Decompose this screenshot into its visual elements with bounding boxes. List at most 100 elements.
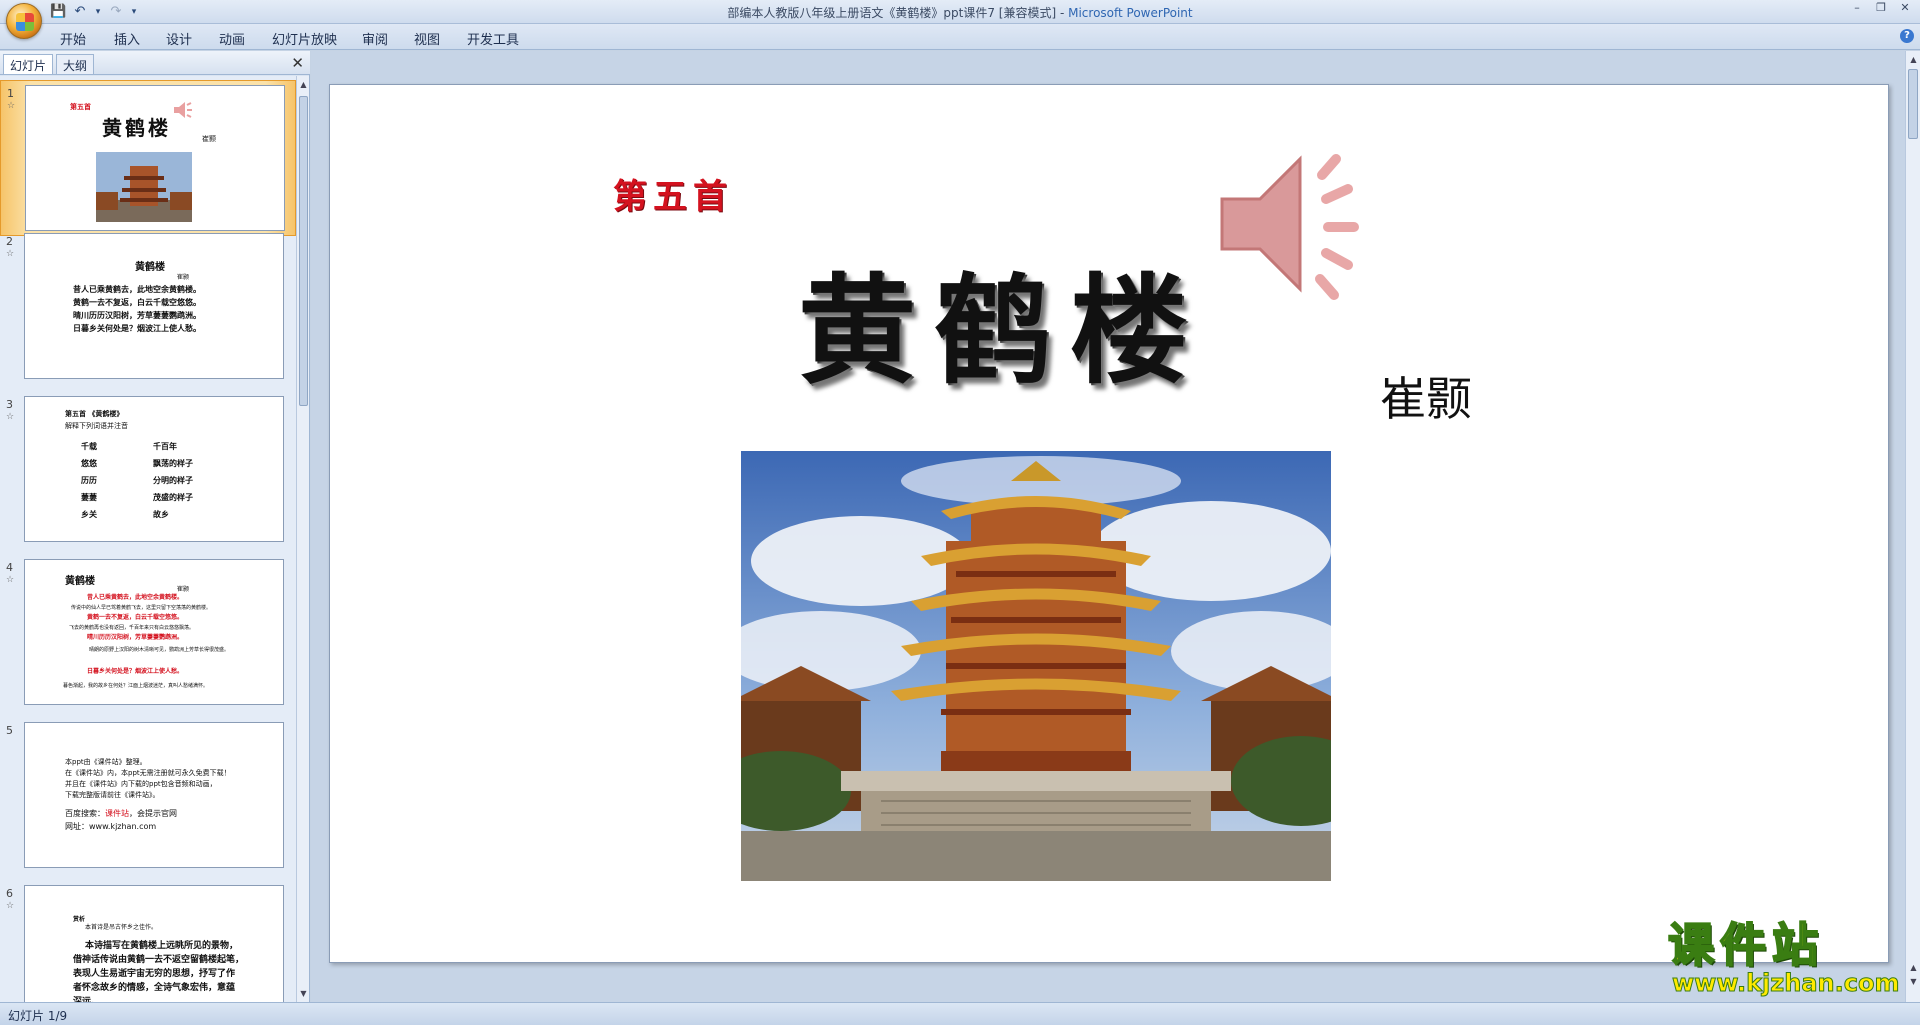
- thumb-line: 晴川历历汉阳树，芳草萋萋鹦鹉洲。: [73, 311, 201, 320]
- thumbnail-3[interactable]: 3 ☆ 第五首 《黄鹤楼》 解释下列词语并注音 千载 悠悠 历历 萋萋 乡关 千…: [0, 392, 296, 548]
- close-icon[interactable]: ✕: [1894, 1, 1916, 17]
- thumb-number: 6: [6, 887, 13, 900]
- slide-editor: 第五首 黄鹤楼 崔颢: [311, 51, 1905, 1002]
- term: 萋萋: [81, 493, 97, 502]
- thumb-line: 本首诗是吊古怀乡之佳作。: [85, 924, 158, 931]
- watermark-name: 课件站: [1667, 918, 1824, 972]
- thumbnail-5[interactable]: 5 本ppt由《课件站》整理。 在《课件站》内，本ppt无需注册就可永久免费下载…: [0, 718, 296, 874]
- animation-icon: ☆: [6, 412, 15, 422]
- tab-design[interactable]: 设计: [166, 29, 192, 48]
- minimize-icon[interactable]: –: [1846, 1, 1868, 17]
- thumb-preview: 本ppt由《课件站》整理。 在《课件站》内，本ppt无需注册就可永久免费下载！ …: [24, 722, 284, 868]
- app-name: Microsoft PowerPoint: [1068, 6, 1193, 20]
- search-line: 百度搜索：课件站，会提示官网: [65, 808, 177, 819]
- tab-developer[interactable]: 开发工具: [467, 29, 519, 48]
- prev-slide-icon[interactable]: ▲: [1907, 961, 1920, 974]
- thumb-line: 深远。: [73, 997, 101, 1002]
- thumb-number: 4: [6, 561, 13, 574]
- tab-outline[interactable]: 大纲: [56, 54, 95, 74]
- thumbnail-1[interactable]: 1 ☆ 第五首 黄鹤楼 崔颢: [0, 80, 296, 236]
- slide-subtitle[interactable]: 第五首: [613, 169, 733, 218]
- scroll-down-icon[interactable]: ▼: [297, 987, 310, 1000]
- definition: 茂盛的样子: [153, 493, 193, 502]
- status-bar: 幻灯片 1/9: [0, 1002, 1920, 1025]
- slide-scrollbar[interactable]: ▲ ▲ ▼: [1905, 51, 1920, 1002]
- tower-photo[interactable]: [741, 451, 1331, 881]
- thumb-preview: 第五首 黄鹤楼 崔颢: [25, 85, 285, 231]
- thumb-line: 日暮乡关何处是？烟波江上使人愁。: [73, 324, 201, 333]
- thumb-label: 赏析: [73, 916, 86, 923]
- watermark: 课件站 www.kjzhan.com: [1667, 918, 1900, 1000]
- tab-review[interactable]: 审阅: [362, 29, 388, 48]
- thumb-title: 黄鹤楼: [102, 116, 171, 140]
- thumbnail-6[interactable]: 6 ☆ 赏析 本首诗是吊古怀乡之佳作。 本诗描写在黄鹤楼上远眺所见的景物， 借神…: [0, 881, 296, 1002]
- thumb-line: 传说中的仙人早已驾着黄鹤飞去，这里只留下空荡荡的黄鹤楼。: [71, 605, 212, 611]
- thumb-line: 者怀念故乡的情感，全诗气象宏伟，意蕴: [73, 983, 236, 993]
- definition: 飘荡的样子: [153, 459, 193, 468]
- office-button[interactable]: [6, 3, 42, 39]
- thumb-line: 借神话传说由黄鹤一去不返空留鹤楼起笔，: [73, 955, 245, 965]
- thumb-preview: 第五首 《黄鹤楼》 解释下列词语并注音 千载 悠悠 历历 萋萋 乡关 千百年 飘…: [24, 396, 284, 542]
- thumb-author: 崔颢: [177, 274, 190, 281]
- slides-pane: 幻灯片 大纲 ✕ 1 ☆ 第五首 黄鹤楼 崔颢 2 ☆ 黄鹤楼 崔颢 昔人已乘黄…: [0, 51, 310, 1002]
- scroll-thumb[interactable]: [299, 96, 308, 406]
- thumb-subheader: 解释下列词语并注音: [65, 422, 128, 430]
- pane-close-icon[interactable]: ✕: [291, 54, 304, 72]
- tab-animations[interactable]: 动画: [219, 29, 245, 48]
- thumb-line: 晴朗的原野上汉阳的树木清晰可见，鹦鹉洲上芳草长得很茂盛。: [89, 647, 230, 653]
- tab-insert[interactable]: 插入: [114, 29, 140, 48]
- slide-author[interactable]: 崔颢: [1380, 363, 1472, 429]
- restore-icon[interactable]: ❐: [1870, 1, 1892, 17]
- thumb-line: 黄鹤一去不复返，白云千载空悠悠。: [87, 614, 184, 621]
- next-slide-icon[interactable]: ▼: [1907, 975, 1920, 988]
- thumb-line: 暮色渐起，我的故乡在何处？江面上烟波迷茫，真叫人愁绪满怀。: [63, 683, 209, 689]
- thumb-preview: 黄鹤楼 崔颢 昔人已乘黄鹤去，此地空余黄鹤楼。 传说中的仙人早已驾着黄鹤飞去，这…: [24, 559, 284, 705]
- thumb-number: 1: [7, 87, 14, 100]
- thumb-line: 日暮乡关何处是？烟波江上使人愁。: [87, 668, 184, 675]
- definition: 分明的样子: [153, 476, 193, 485]
- slide-indicator: 幻灯片 1/9: [8, 1009, 68, 1023]
- definition: 千百年: [153, 442, 177, 451]
- tab-slideshow[interactable]: 幻灯片放映: [272, 29, 337, 48]
- tab-slides[interactable]: 幻灯片: [3, 54, 54, 74]
- help-icon[interactable]: ?: [1900, 29, 1914, 43]
- title-bar: 💾 ↶ ▾ ↷ ▾ 部编本人教版八年级上册语文《黄鹤楼》ppt课件7 [兼容模式…: [0, 0, 1920, 39]
- thumb-line: 昔人已乘黄鹤去，此地空余黄鹤楼。: [73, 285, 201, 294]
- term: 千载: [81, 442, 97, 451]
- pane-tabs: 幻灯片 大纲 ✕: [0, 51, 310, 75]
- thumbnail-4[interactable]: 4 ☆ 黄鹤楼 崔颢 昔人已乘黄鹤去，此地空余黄鹤楼。 传说中的仙人早已驾着黄鹤…: [0, 555, 296, 711]
- thumbnail-2[interactable]: 2 ☆ 黄鹤楼 崔颢 昔人已乘黄鹤去，此地空余黄鹤楼。 黄鹤一去不复返，白云千载…: [0, 229, 296, 385]
- thumb-header: 第五首 《黄鹤楼》: [65, 410, 124, 418]
- thumbnail-scrollbar[interactable]: ▲ ▼: [296, 76, 309, 1002]
- watermark-url: www.kjzhan.com: [1672, 969, 1900, 997]
- document-title: 部编本人教版八年级上册语文《黄鹤楼》ppt课件7 [兼容模式] -: [727, 6, 1069, 20]
- term: 乡关: [81, 510, 97, 519]
- term: 历历: [81, 476, 97, 485]
- scroll-up-icon[interactable]: ▲: [1907, 53, 1920, 66]
- current-slide[interactable]: 第五首 黄鹤楼 崔颢: [329, 84, 1889, 963]
- thumb-line: 本诗描写在黄鹤楼上远眺所见的景物，: [85, 941, 239, 951]
- thumb-line: 并且在《课件站》内下载的ppt包含音频和动画，: [65, 780, 217, 788]
- tab-view[interactable]: 视图: [414, 29, 440, 48]
- scroll-up-icon[interactable]: ▲: [297, 78, 310, 91]
- thumb-line: 本ppt由《课件站》整理。: [65, 758, 147, 766]
- thumb-subtitle: 第五首: [70, 103, 91, 111]
- thumb-photo: [96, 152, 192, 222]
- animation-icon: ☆: [7, 101, 16, 111]
- speaker-icon[interactable]: [1210, 141, 1410, 321]
- animation-icon: ☆: [6, 901, 15, 911]
- scroll-thumb[interactable]: [1908, 69, 1918, 139]
- thumb-preview: 黄鹤楼 崔颢 昔人已乘黄鹤去，此地空余黄鹤楼。 黄鹤一去不复返，白云千载空悠悠。…: [24, 233, 284, 379]
- thumb-title: 黄鹤楼: [65, 576, 95, 587]
- tab-home[interactable]: 开始: [60, 29, 86, 48]
- thumb-author: 崔颢: [202, 135, 216, 143]
- thumb-preview: 赏析 本首诗是吊古怀乡之佳作。 本诗描写在黄鹤楼上远眺所见的景物， 借神话传说由…: [24, 885, 284, 1002]
- slide-title[interactable]: 黄鹤楼: [798, 235, 1206, 406]
- thumb-number: 3: [6, 398, 13, 411]
- thumb-line: 晴川历历汉阳树，芳草萋萋鹦鹉洲。: [87, 634, 184, 641]
- window-controls: – ❐ ✕: [1846, 1, 1916, 17]
- office-logo-icon: [16, 13, 34, 31]
- search-suffix: ，会提示官网: [129, 809, 177, 818]
- thumb-line: 黄鹤一去不复返，白云千载空悠悠。: [73, 298, 201, 307]
- site-name: 课件站: [105, 809, 129, 818]
